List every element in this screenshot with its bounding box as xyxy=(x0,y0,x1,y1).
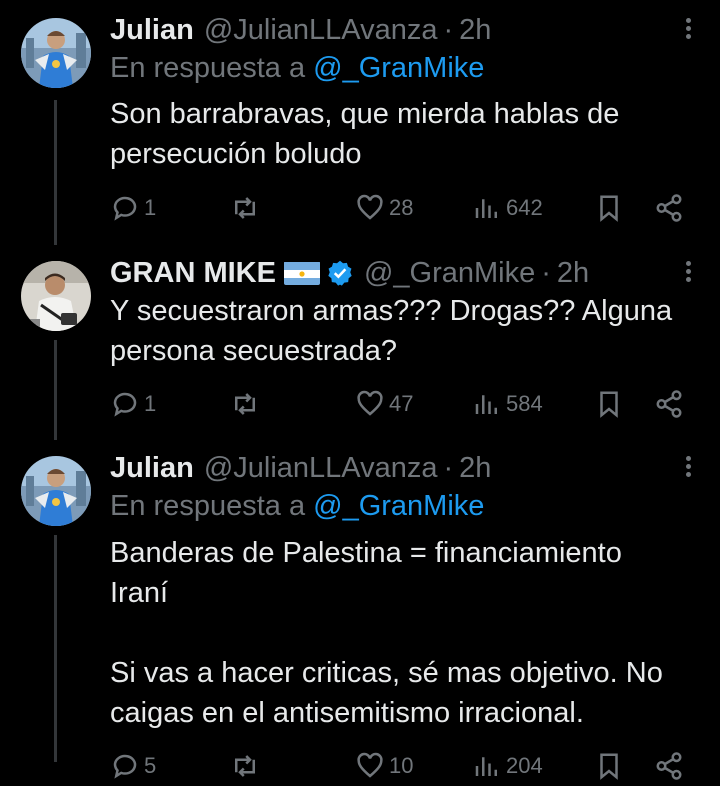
verified-badge-icon xyxy=(326,259,354,287)
timestamp[interactable]: 2h xyxy=(557,257,589,290)
tweet-header: GRAN MIKE @_GranMike · 2h xyxy=(110,253,660,293)
views-button[interactable]: 642 xyxy=(472,188,543,228)
reply-count: 1 xyxy=(144,195,157,220)
heart-icon xyxy=(357,752,383,778)
reply-icon xyxy=(113,392,137,417)
tweet-header: Julian @JulianLLAvanza · 2h xyxy=(110,10,660,50)
like-count: 28 xyxy=(389,195,414,220)
separator: · xyxy=(541,256,551,289)
bookmark-icon xyxy=(600,195,618,222)
like-button[interactable]: 47 xyxy=(355,384,413,424)
share-button[interactable] xyxy=(654,384,684,424)
author-handle[interactable]: @JulianLLAvanza xyxy=(204,452,438,485)
retweet-button[interactable] xyxy=(230,188,260,228)
retweet-icon xyxy=(235,755,255,777)
like-button[interactable]: 28 xyxy=(355,188,413,228)
reply-button[interactable]: 1 xyxy=(110,384,156,424)
avatar[interactable] xyxy=(21,18,91,88)
heart-icon xyxy=(357,390,383,416)
tweet[interactable]: Julian @JulianLLAvanza · 2h En respuesta… xyxy=(0,448,720,780)
tweet-text: Son barrabravas, que mierda hablas de pe… xyxy=(110,98,620,170)
avatar[interactable] xyxy=(21,261,91,331)
reply-icon xyxy=(113,196,137,221)
reply-button[interactable]: 1 xyxy=(110,188,156,228)
bookmark-icon xyxy=(600,391,618,418)
retweet-button[interactable] xyxy=(230,746,260,786)
timestamp[interactable]: 2h xyxy=(459,14,491,47)
reply-mention-link[interactable]: @_GranMike xyxy=(313,52,484,84)
author-name[interactable]: Julian xyxy=(110,14,194,47)
author-handle[interactable]: @_GranMike xyxy=(364,257,535,290)
reply-icon xyxy=(113,754,137,779)
action-bar: 5 10 204 xyxy=(110,746,700,786)
views-count: 204 xyxy=(506,753,543,778)
like-count: 47 xyxy=(389,391,414,416)
like-count: 10 xyxy=(389,753,414,778)
separator: · xyxy=(443,13,454,46)
bookmark-icon xyxy=(600,753,618,780)
more-icon[interactable] xyxy=(686,18,692,42)
tweet[interactable]: GRAN MIKE @_GranMike · 2h Y secuestraron… xyxy=(0,253,720,443)
views-count: 642 xyxy=(506,195,543,220)
reply-count: 5 xyxy=(144,753,157,778)
tweet-text: Y secuestraron armas??? Drogas?? Alguna … xyxy=(110,295,673,367)
reply-context: En respuesta a @_GranMike xyxy=(110,52,484,85)
reply-count: 1 xyxy=(144,391,157,416)
views-icon xyxy=(475,395,497,414)
argentina-flag-icon xyxy=(283,261,320,285)
action-bar: 1 47 584 xyxy=(110,384,700,424)
tweet[interactable]: Julian @JulianLLAvanza · 2h En respuesta… xyxy=(0,10,720,240)
reply-context: En respuesta a @_GranMike xyxy=(110,490,484,523)
views-icon xyxy=(475,757,497,776)
author-handle[interactable]: @JulianLLAvanza xyxy=(204,14,438,47)
retweet-button[interactable] xyxy=(230,384,260,424)
share-button[interactable] xyxy=(654,746,684,786)
more-icon[interactable] xyxy=(686,261,692,285)
tweet-text: Banderas de Palestina = financiamiento I… xyxy=(110,537,663,729)
more-icon[interactable] xyxy=(686,456,692,480)
like-button[interactable]: 10 xyxy=(355,746,413,786)
share-icon xyxy=(656,390,682,418)
retweet-icon xyxy=(235,393,255,415)
reply-prefix: En respuesta a xyxy=(110,490,306,522)
separator: · xyxy=(443,451,454,484)
retweet-icon xyxy=(235,197,255,219)
author-name[interactable]: Julian xyxy=(110,452,194,485)
bookmark-button[interactable] xyxy=(594,746,624,786)
bookmark-button[interactable] xyxy=(594,188,624,228)
share-icon xyxy=(656,752,682,780)
views-button[interactable]: 204 xyxy=(472,746,543,786)
views-button[interactable]: 584 xyxy=(472,384,543,424)
action-bar: 1 28 642 xyxy=(110,188,700,228)
author-name[interactable]: GRAN MIKE xyxy=(110,257,276,290)
avatar[interactable] xyxy=(21,456,91,526)
tweet-header: Julian @JulianLLAvanza · 2h xyxy=(110,448,660,488)
views-count: 584 xyxy=(506,391,543,416)
reply-mention-link[interactable]: @_GranMike xyxy=(313,490,484,522)
bookmark-button[interactable] xyxy=(594,384,624,424)
share-button[interactable] xyxy=(654,188,684,228)
reply-button[interactable]: 5 xyxy=(110,746,156,786)
views-icon xyxy=(475,199,497,218)
share-icon xyxy=(656,194,682,222)
reply-prefix: En respuesta a xyxy=(110,52,306,84)
heart-icon xyxy=(357,194,383,220)
timestamp[interactable]: 2h xyxy=(459,452,491,485)
